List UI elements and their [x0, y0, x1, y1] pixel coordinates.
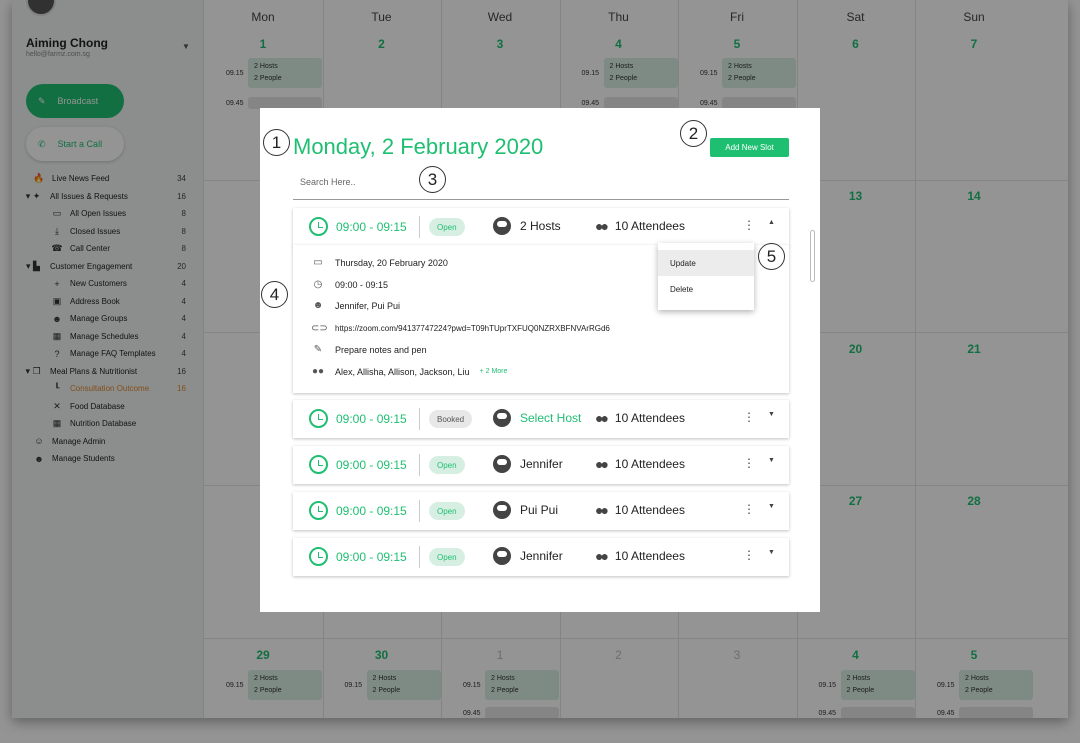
slot-card[interactable]: 09:00 - 09:15 Open Jennifer ●● 10 Attendees ⋮… [293, 446, 789, 484]
clock-icon [309, 547, 328, 566]
status-badge: Booked [429, 410, 473, 428]
status-badge: Open [429, 218, 465, 236]
host-icon [493, 409, 511, 427]
detail-hosts: Jennifer, Pui Pui [335, 300, 401, 311]
slot-time: 09:00 - 09:15 [336, 411, 407, 426]
chevron-down-icon[interactable]: ▼ [768, 457, 775, 464]
slot-host[interactable]: Select Host [520, 411, 581, 425]
add-new-slot-button[interactable]: Add New Slot [710, 138, 789, 157]
slot-card-expanded[interactable]: 09:00 - 09:15 Open 2 Hosts ●● 10 Attendee… [293, 208, 789, 246]
people-icon: ●● [595, 218, 609, 234]
clock-icon [309, 217, 328, 236]
people-icon: ●● [595, 548, 609, 564]
callout-1: 1 [263, 129, 290, 156]
host-icon [493, 455, 511, 473]
more-options-icon[interactable]: ⋮ [743, 410, 755, 424]
clock-icon [309, 501, 328, 520]
detail-note: Prepare notes and pen [335, 344, 427, 355]
more-options-icon[interactable]: ⋮ [743, 502, 755, 516]
more-options-icon[interactable]: ⋮ [743, 218, 755, 232]
divider [419, 216, 420, 238]
people-icon: ●● [595, 502, 609, 518]
people-icon: ●● [311, 366, 325, 377]
clock-icon [309, 409, 328, 428]
callout-5: 5 [758, 243, 785, 270]
search-input[interactable]: Search Here.. [293, 172, 789, 200]
detail-time: 09:00 - 09:15 [335, 279, 389, 290]
chevron-up-icon[interactable]: ▲ [768, 219, 775, 226]
scrollbar[interactable] [810, 230, 815, 282]
host-icon [493, 217, 511, 235]
host-icon: ☻ [312, 300, 324, 311]
day-slots-modal: Monday, 2 February 2020 Add New Slot Sea… [260, 108, 820, 612]
slot-attendees: 10 Attendees [614, 503, 685, 517]
chevron-down-icon[interactable]: ▼ [768, 549, 775, 556]
link-icon: ⊂⊃ [311, 323, 328, 334]
slot-attendees: 10 Attendees [614, 411, 685, 425]
divider [419, 454, 420, 476]
divider [419, 546, 420, 568]
slot-attendees: 10 Attendees [614, 457, 685, 471]
status-badge: Open [429, 548, 465, 566]
slot-context-menu: Update Delete [658, 243, 754, 310]
chevron-down-icon[interactable]: ▼ [768, 411, 775, 418]
people-icon: ●● [595, 456, 609, 472]
delete-menu-item[interactable]: Delete [658, 276, 754, 302]
clock-icon [309, 455, 328, 474]
more-options-icon[interactable]: ⋮ [743, 456, 755, 470]
slot-host: Jennifer [520, 457, 563, 471]
clock-icon: ◷ [313, 279, 323, 290]
modal-title: Monday, 2 February 2020 [293, 134, 544, 159]
callout-4: 4 [261, 281, 288, 308]
divider [419, 408, 420, 430]
slot-hosts: 2 Hosts [520, 219, 561, 233]
detail-link[interactable]: https://zoom.com/94137747224?pwd=T09hTUp… [335, 324, 610, 333]
slot-attendees: 10 Attendees [614, 549, 685, 563]
callout-2: 2 [680, 120, 707, 147]
host-icon [493, 501, 511, 519]
slot-host: Pui Pui [520, 503, 559, 517]
slot-host: Jennifer [520, 549, 563, 563]
status-badge: Open [429, 456, 465, 474]
slot-time: 09:00 - 09:15 [336, 549, 407, 564]
status-badge: Open [429, 502, 465, 520]
app-root: Aiming Chong hello@farmz.com.sg ▼ ✎ Broad… [0, 0, 1080, 743]
slot-attendees: 10 Attendees [614, 219, 685, 233]
chevron-down-icon[interactable]: ▼ [768, 503, 775, 510]
host-icon [493, 547, 511, 565]
slot-card[interactable]: 09:00 - 09:15 Open Pui Pui ●● 10 Attendees ⋮ ▼ [293, 492, 789, 530]
detail-date: Thursday, 20 February 2020 [335, 257, 448, 268]
more-attendees-link[interactable]: + 2 More [480, 368, 508, 375]
people-icon: ●● [595, 410, 609, 426]
slot-card[interactable]: 09:00 - 09:15 Booked Select Host ●● 10 Atten… [293, 400, 789, 438]
update-menu-item[interactable]: Update [658, 250, 754, 276]
detail-attendees: Alex, Allisha, Allison, Jackson, Liu [335, 366, 470, 377]
callout-3: 3 [419, 166, 446, 193]
more-options-icon[interactable]: ⋮ [743, 548, 755, 562]
slot-time: 09:00 - 09:15 [336, 503, 407, 518]
pencil-icon: ✎ [313, 344, 323, 355]
calendar-icon: ▭ [313, 257, 323, 268]
slot-time: 09:00 - 09:15 [336, 219, 407, 234]
slot-card[interactable]: 09:00 - 09:15 Open Jennifer ●● 10 Attendees ⋮… [293, 538, 789, 576]
slot-time: 09:00 - 09:15 [336, 457, 407, 472]
divider [419, 500, 420, 522]
